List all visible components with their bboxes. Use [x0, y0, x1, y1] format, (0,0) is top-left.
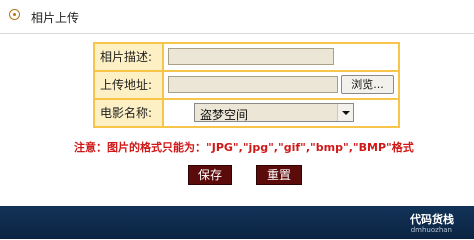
upload-form-table: 相片描述: 上传地址: 浏览... 电影名称: 盗梦空间: [93, 42, 400, 128]
form-row-movie: 电影名称: 盗梦空间: [95, 100, 398, 126]
movie-label: 电影名称:: [95, 100, 162, 126]
watermark-subtext: dmhuozhan: [410, 226, 452, 234]
description-label: 相片描述:: [95, 44, 162, 70]
reset-button[interactable]: 重置: [256, 165, 302, 185]
page-header: 相片上传: [0, 0, 474, 34]
browse-button[interactable]: 浏览...: [341, 75, 394, 94]
movie-cell: 盗梦空间: [164, 100, 398, 126]
address-cell: 浏览...: [164, 72, 398, 98]
circle-bullet-icon: [9, 9, 20, 20]
save-button[interactable]: 保存: [188, 165, 232, 185]
description-input[interactable]: [168, 48, 334, 65]
form-row-description: 相片描述:: [95, 44, 398, 70]
movie-select[interactable]: 盗梦空间: [194, 103, 354, 122]
file-path-input[interactable]: [168, 76, 338, 93]
form-row-address: 上传地址: 浏览...: [95, 72, 398, 98]
watermark-logo: 代码货栈: [410, 213, 454, 226]
movie-select-value: 盗梦空间: [200, 108, 249, 122]
format-notice: 注意：图片的格式只能为："JPG","jpg","gif","bmp","BMP…: [74, 141, 414, 154]
address-label: 上传地址:: [95, 72, 162, 98]
chevron-down-icon[interactable]: [337, 104, 353, 121]
page-title: 相片上传: [31, 11, 80, 25]
description-cell: [164, 44, 398, 70]
footer-bar: 代码货栈 dmhuozhan: [0, 206, 474, 239]
